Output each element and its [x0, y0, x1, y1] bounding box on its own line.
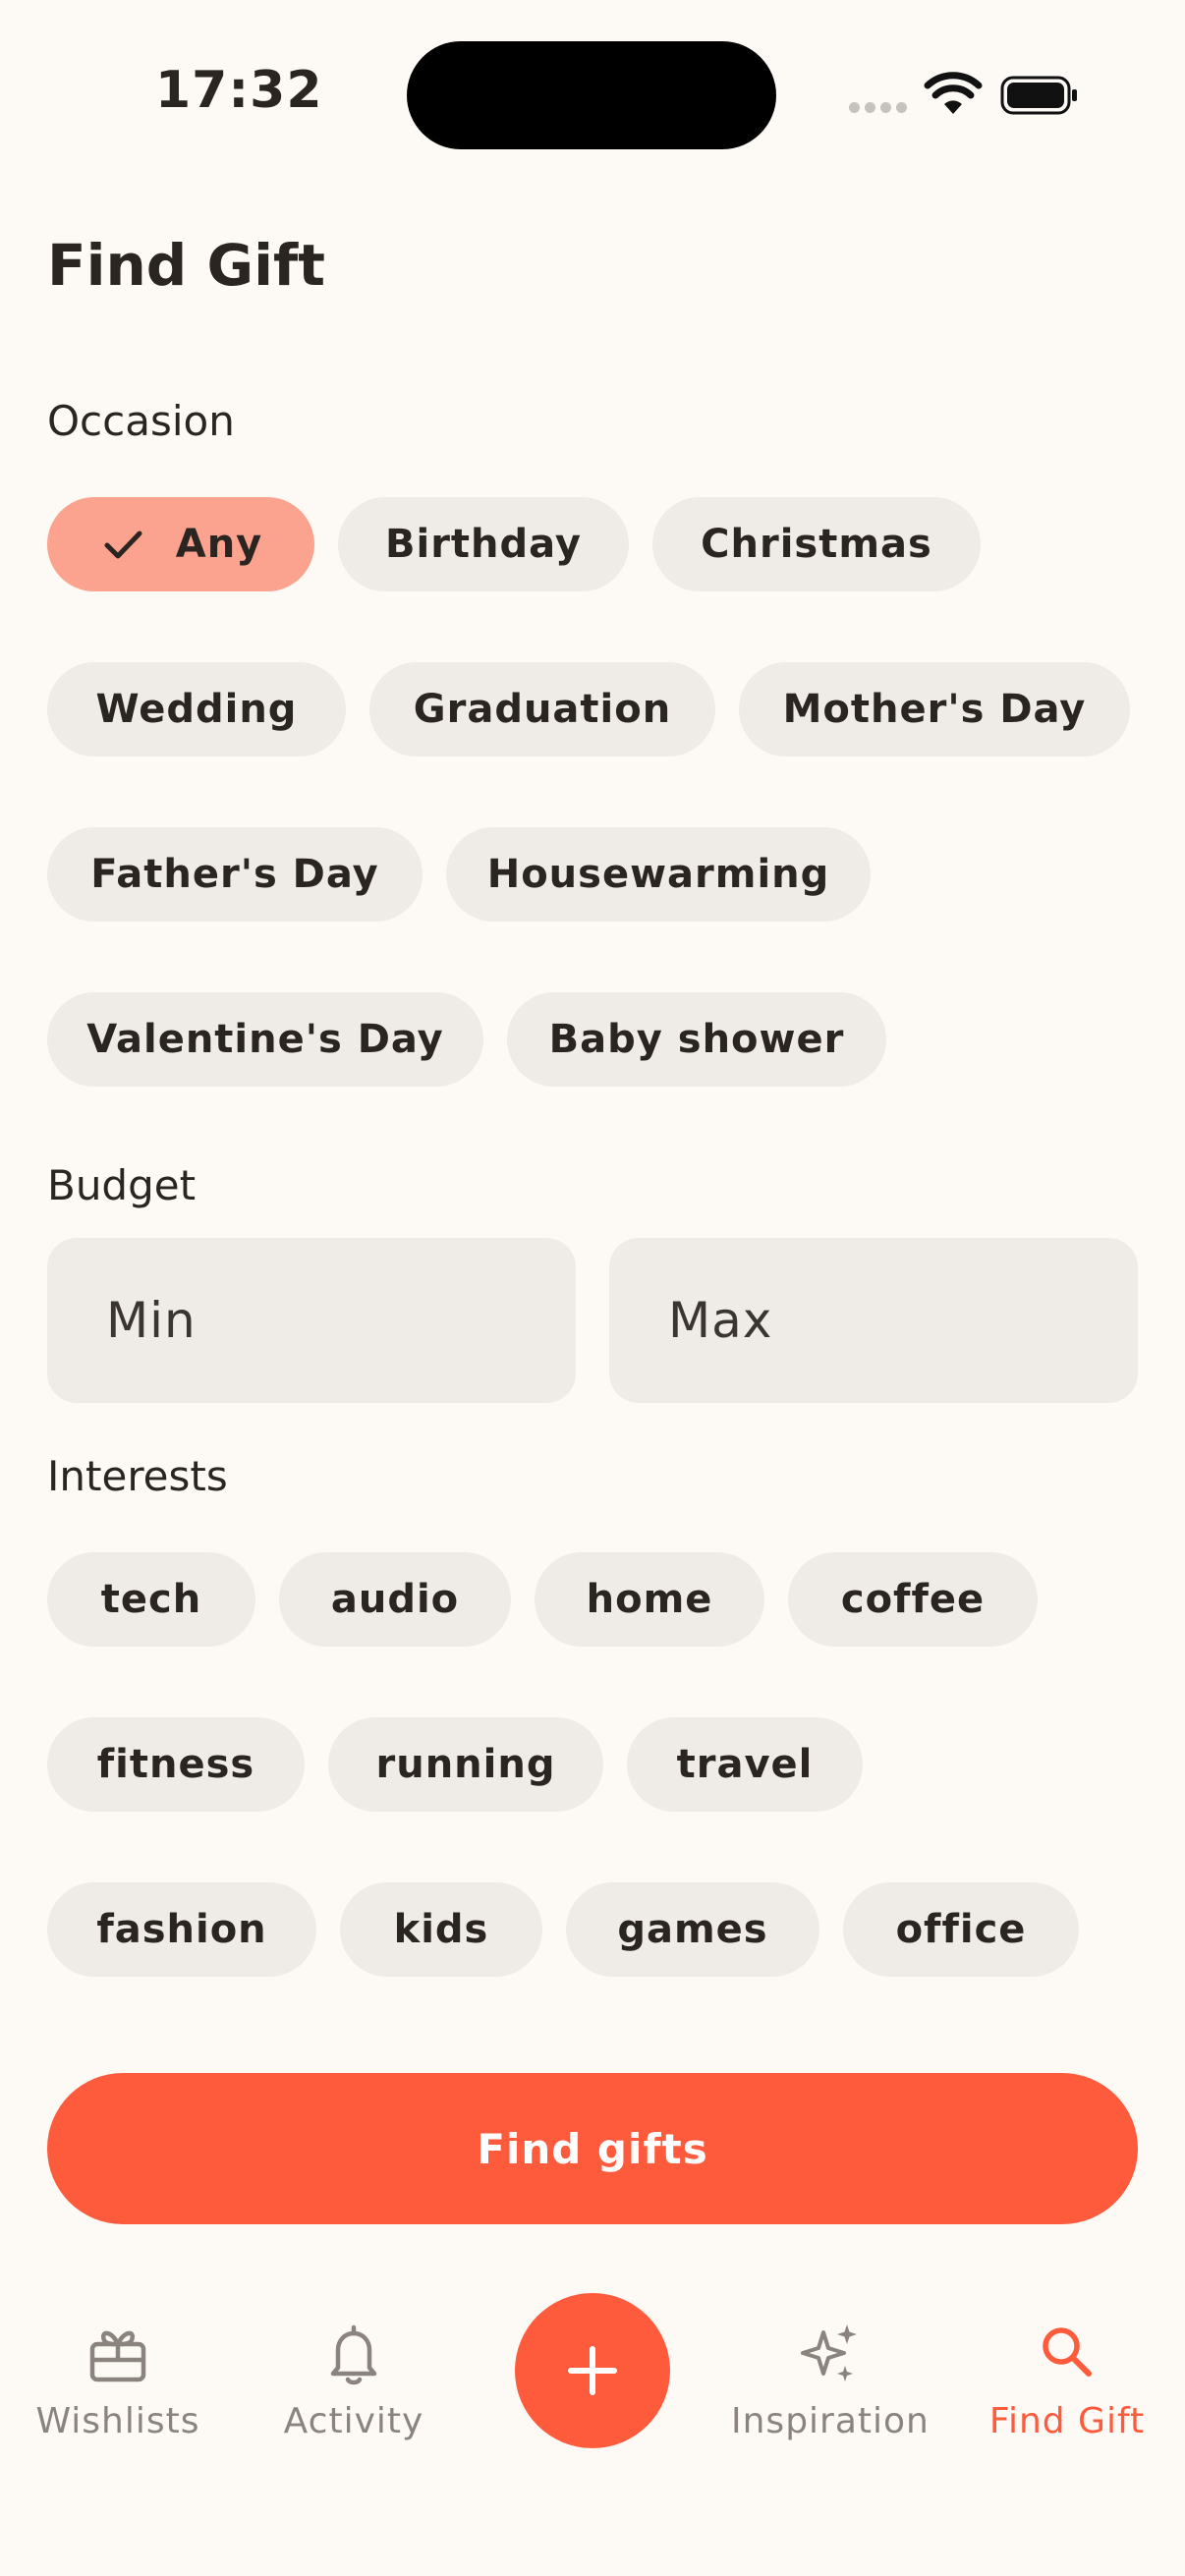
occasion-chip-graduation[interactable]: Graduation [369, 662, 715, 756]
chip-label: tech [100, 1577, 202, 1622]
chip-label: audio [330, 1577, 460, 1622]
chip-label: fashion [96, 1907, 267, 1952]
nav-wishlists[interactable]: Wishlists [20, 2319, 216, 2441]
occasion-chip-baby-shower[interactable]: Baby shower [507, 992, 886, 1087]
occasion-chip-fathers-day[interactable]: Father's Day [47, 827, 423, 922]
interest-chip-office[interactable]: office [843, 1882, 1079, 1977]
chip-label: Christmas [701, 522, 932, 567]
chip-label: kids [393, 1907, 489, 1952]
interest-chip-coffee[interactable]: coffee [788, 1552, 1038, 1647]
chip-label: fitness [96, 1742, 255, 1787]
nav-activity[interactable]: Activity [255, 2319, 452, 2441]
chip-label: Any [175, 522, 263, 567]
chip-label: Housewarming [486, 852, 830, 897]
chip-label: travel [676, 1742, 814, 1787]
nav-label: Find Gift [988, 2401, 1146, 2441]
battery-icon [1000, 76, 1077, 115]
budget-min-input[interactable]: Min [47, 1238, 576, 1403]
chip-label: Graduation [413, 687, 672, 732]
interest-chip-kids[interactable]: kids [340, 1882, 542, 1977]
add-button[interactable] [515, 2293, 670, 2448]
nav-inspiration[interactable]: Inspiration [731, 2319, 930, 2441]
occasion-chip-birthday[interactable]: Birthday [338, 497, 629, 591]
nav-label: Wishlists [35, 2401, 200, 2441]
nav-find-gift[interactable]: Find Gift [969, 2319, 1165, 2441]
occasion-label: Occasion [47, 397, 235, 445]
interest-chip-audio[interactable]: audio [279, 1552, 511, 1647]
occasion-chip-christmas[interactable]: Christmas [652, 497, 981, 591]
chip-label: Baby shower [548, 1017, 845, 1062]
chip-label: Wedding [95, 687, 298, 732]
bell-icon [330, 2324, 377, 2385]
sparkles-icon [801, 2324, 857, 2381]
status-time: 17:32 [155, 61, 323, 120]
chip-label: Father's Day [90, 852, 379, 897]
wifi-icon [924, 72, 983, 114]
chip-label: running [375, 1742, 556, 1787]
chip-label: office [895, 1907, 1027, 1952]
gift-icon [89, 2330, 146, 2382]
occasion-chip-mothers-day[interactable]: Mother's Day [739, 662, 1130, 756]
interest-chip-travel[interactable]: travel [627, 1717, 863, 1812]
occasion-chip-valentines-day[interactable]: Valentine's Day [47, 992, 483, 1087]
max-placeholder: Max [668, 1292, 773, 1349]
interest-chip-running[interactable]: running [328, 1717, 603, 1812]
nav-label: Activity [283, 2401, 424, 2441]
page-title: Find Gift [47, 232, 325, 299]
check-icon [104, 531, 142, 559]
plus-icon [568, 2346, 617, 2395]
occasion-chip-any[interactable]: Any [47, 497, 314, 591]
occasion-chip-wedding[interactable]: Wedding [47, 662, 346, 756]
interest-chip-home[interactable]: home [535, 1552, 764, 1647]
find-gifts-button[interactable]: Find gifts [47, 2073, 1138, 2224]
interest-chip-tech[interactable]: tech [47, 1552, 255, 1647]
occasion-chip-housewarming[interactable]: Housewarming [446, 827, 871, 922]
interest-chip-fashion[interactable]: fashion [47, 1882, 316, 1977]
min-placeholder: Min [106, 1292, 197, 1349]
interest-chip-fitness[interactable]: fitness [47, 1717, 305, 1812]
interest-chip-games[interactable]: games [566, 1882, 819, 1977]
interests-label: Interests [47, 1452, 228, 1500]
chip-label: games [617, 1907, 768, 1952]
cellular-signal-icon [849, 102, 907, 113]
search-icon [1043, 2327, 1092, 2377]
budget-max-input[interactable]: Max [609, 1238, 1138, 1403]
chip-label: Birthday [385, 522, 582, 567]
chip-label: Valentine's Day [86, 1017, 444, 1062]
chip-label: home [586, 1577, 713, 1622]
dynamic-island [407, 41, 776, 149]
budget-label: Budget [47, 1161, 197, 1209]
chip-label: Mother's Day [782, 687, 1087, 732]
nav-label: Inspiration [731, 2401, 930, 2441]
chip-label: coffee [840, 1577, 986, 1622]
